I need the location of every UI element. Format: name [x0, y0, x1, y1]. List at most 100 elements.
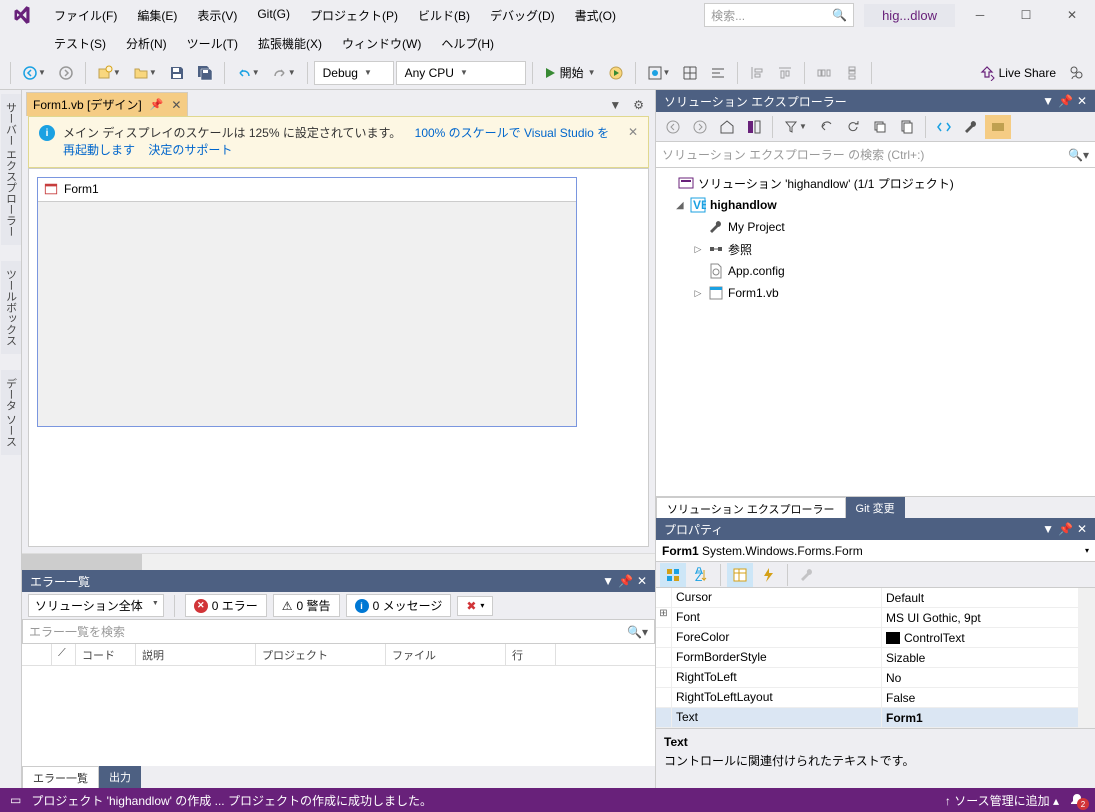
prop-forecolor[interactable]: ForeColorControlText — [656, 628, 1078, 648]
tab-dropdown-icon[interactable]: ▼ — [604, 94, 626, 116]
datasources-tab[interactable]: データ ソース — [1, 370, 21, 455]
alphabetical-button[interactable]: AZ — [688, 563, 714, 587]
messages-filter-button[interactable]: i0 メッセージ — [346, 594, 452, 617]
new-project-button[interactable]: ▼ — [92, 61, 126, 85]
designer-surface[interactable]: Form1 — [28, 168, 649, 547]
open-button[interactable]: ▼ — [128, 61, 162, 85]
document-tab[interactable]: Form1.vb [デザイン] 📌 ✕ — [26, 92, 188, 116]
col-file[interactable]: ファイル — [386, 644, 506, 665]
close-button[interactable]: ✕ — [1049, 0, 1095, 30]
save-button[interactable] — [164, 61, 190, 85]
events-button[interactable] — [755, 563, 781, 587]
prop-righttoleftlayout[interactable]: RightToLeftLayoutFalse — [656, 688, 1078, 708]
refresh-button[interactable] — [840, 115, 866, 139]
menu-extensions[interactable]: 拡張機能(X) — [248, 29, 332, 58]
menu-tools[interactable]: ツール(T) — [177, 29, 248, 58]
properties-button[interactable] — [727, 563, 753, 587]
errorlist-tab[interactable]: エラー一覧 — [22, 766, 99, 788]
switch-views-button[interactable] — [741, 115, 767, 139]
pin-icon[interactable]: 📌 — [150, 98, 164, 111]
tree-appconfig[interactable]: App.config — [656, 260, 1095, 282]
panel-dropdown-icon[interactable]: ▼ — [1042, 522, 1054, 536]
col-description[interactable]: 説明 — [136, 644, 256, 665]
tab-settings-icon[interactable]: ⚙ — [628, 94, 649, 116]
git-changes-tab[interactable]: Git 変更 — [846, 497, 905, 518]
configuration-combo[interactable]: Debug▼ — [314, 61, 394, 85]
align-top-button[interactable] — [772, 61, 798, 85]
menu-view[interactable]: 表示(V) — [187, 1, 247, 30]
sync-button[interactable] — [813, 115, 839, 139]
search-input[interactable]: 検索... 🔍 — [704, 3, 854, 27]
info-close-icon[interactable]: ✕ — [628, 125, 638, 139]
prop-righttoleft[interactable]: RightToLeftNo — [656, 668, 1078, 688]
undo-button[interactable]: ▼ — [231, 61, 265, 85]
col-project[interactable]: プロジェクト — [256, 644, 386, 665]
properties-button[interactable] — [958, 115, 984, 139]
source-control-button[interactable]: ↑ ソース管理に追加 ▴ — [945, 792, 1059, 809]
start-button[interactable]: 開始▼ — [539, 60, 601, 85]
output-tab[interactable]: 出力 — [99, 766, 141, 788]
solution-name-label[interactable]: hig...dlow — [864, 4, 955, 27]
close-panel-icon[interactable]: ✕ — [637, 574, 647, 588]
vspace-button[interactable] — [839, 61, 865, 85]
toolbox-tab[interactable]: ツールボックス — [1, 261, 21, 354]
pin-icon[interactable]: 📌 — [1058, 94, 1073, 108]
properties-scrollbar[interactable] — [1078, 588, 1095, 728]
pin-icon[interactable]: 📌 — [1058, 522, 1073, 536]
align-button[interactable] — [705, 61, 731, 85]
back-button[interactable]: ▼ — [17, 61, 51, 85]
close-panel-icon[interactable]: ✕ — [1077, 522, 1087, 536]
collapse-all-button[interactable] — [867, 115, 893, 139]
form-preview[interactable]: Form1 — [37, 177, 577, 427]
categorized-button[interactable] — [660, 563, 686, 587]
back-button[interactable] — [660, 115, 686, 139]
minimize-button[interactable]: ─ — [957, 0, 1003, 30]
menu-analyze[interactable]: 分析(N) — [116, 29, 177, 58]
menu-format[interactable]: 書式(O) — [565, 1, 626, 30]
horizontal-scrollbar[interactable] — [22, 553, 655, 570]
col-line[interactable]: 行 — [506, 644, 556, 665]
platform-combo[interactable]: Any CPU▼ — [396, 61, 526, 85]
menu-help[interactable]: ヘルプ(H) — [431, 29, 504, 58]
prop-font[interactable]: ⊞FontMS UI Gothic, 9pt — [656, 608, 1078, 628]
menu-git[interactable]: Git(G) — [247, 1, 300, 30]
menu-test[interactable]: テスト(S) — [44, 29, 116, 58]
col-code[interactable]: コード — [76, 644, 136, 665]
redo-button[interactable]: ▼ — [267, 61, 301, 85]
errorlist-search-input[interactable]: エラー一覧を検索 🔍▾ — [22, 620, 655, 644]
menu-edit[interactable]: 編集(E) — [127, 1, 187, 30]
prop-formborderstyle[interactable]: FormBorderStyleSizable — [656, 648, 1078, 668]
pin-icon[interactable]: 📌 — [618, 574, 633, 588]
tree-form1vb[interactable]: ▷ Form1.vb — [656, 282, 1095, 304]
feedback-button[interactable] — [1063, 61, 1089, 85]
menu-build[interactable]: ビルド(B) — [408, 1, 480, 30]
view-code-button[interactable] — [931, 115, 957, 139]
col-suppress[interactable]: ⟋ — [52, 644, 76, 665]
tree-references[interactable]: ▷ 参照 — [656, 238, 1095, 260]
close-panel-icon[interactable]: ✕ — [1077, 94, 1087, 108]
menu-project[interactable]: プロジェクト(P) — [300, 1, 408, 30]
live-share-button[interactable]: Live Share — [974, 61, 1061, 85]
tree-solution-root[interactable]: ソリューション 'highandlow' (1/1 プロジェクト) — [656, 172, 1095, 194]
warnings-filter-button[interactable]: ⚠0 警告 — [273, 594, 340, 617]
expand-arrow-icon[interactable]: ▷ — [692, 244, 704, 255]
expand-arrow-icon[interactable]: ▷ — [692, 288, 704, 299]
close-tab-icon[interactable]: ✕ — [171, 98, 181, 112]
save-all-button[interactable] — [192, 61, 218, 85]
home-button[interactable] — [714, 115, 740, 139]
show-all-files-button[interactable] — [894, 115, 920, 139]
tree-project[interactable]: ◢ VB highandlow — [656, 194, 1095, 216]
support-link[interactable]: 決定のサポート — [148, 143, 232, 157]
forward-button[interactable] — [687, 115, 713, 139]
solution-explorer-tab[interactable]: ソリューション エクスプローラー — [656, 497, 846, 518]
panel-dropdown-icon[interactable]: ▼ — [1042, 94, 1054, 108]
pending-changes-filter-button[interactable]: ▼ — [778, 115, 812, 139]
prop-text[interactable]: TextForm1 — [656, 708, 1078, 728]
menu-debug[interactable]: デバッグ(D) — [480, 1, 565, 30]
grid-button[interactable] — [677, 61, 703, 85]
panel-dropdown-icon[interactable]: ▼ — [602, 574, 614, 588]
menu-file[interactable]: ファイル(F) — [44, 1, 127, 30]
property-pages-button[interactable] — [794, 563, 820, 587]
maximize-button[interactable]: ☐ — [1003, 0, 1049, 30]
properties-object-combo[interactable]: Form1 System.Windows.Forms.Form ▾ — [656, 540, 1095, 562]
